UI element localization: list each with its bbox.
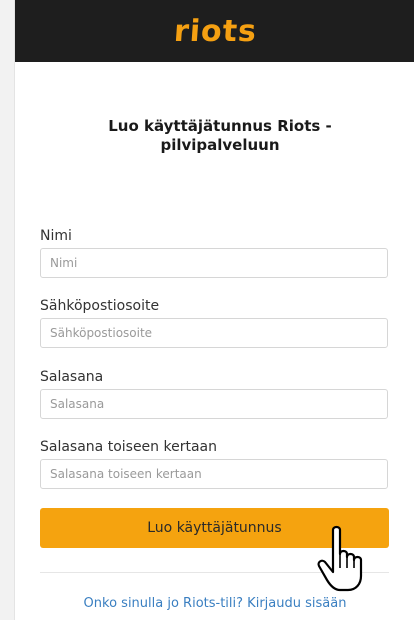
hand-pointer-icon [317, 525, 363, 592]
signup-card: riots Luo käyttäjätunnus Riots - pilvipa… [14, 0, 414, 620]
password-confirm-label: Salasana toiseen kertaan [40, 439, 217, 455]
page-title: Luo käyttäjätunnus Riots - pilvipalveluu… [108, 117, 332, 154]
password-label: Salasana [40, 369, 104, 385]
name-input[interactable] [40, 248, 388, 278]
login-link[interactable]: Onko sinulla jo Riots-tili? Kirjaudu sis… [15, 596, 414, 611]
riots-logo[interactable]: riots [172, 14, 257, 49]
email-label: Sähköpostiosoite [40, 298, 160, 314]
header-bar: riots [15, 0, 414, 62]
email-input[interactable] [40, 318, 388, 348]
password-confirm-input[interactable] [40, 459, 388, 489]
name-label: Nimi [40, 228, 72, 244]
password-input[interactable] [40, 389, 388, 419]
